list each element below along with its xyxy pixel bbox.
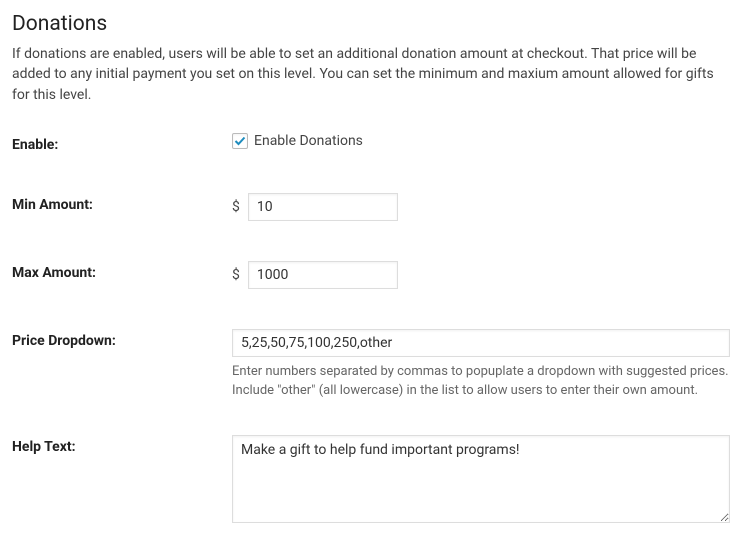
check-icon [234, 135, 246, 147]
label-help-text: Help Text: [12, 435, 232, 455]
max-amount-input[interactable] [248, 261, 398, 289]
label-price-dropdown: Price Dropdown: [12, 329, 232, 349]
price-dropdown-helper: Enter numbers separated by commas to pop… [232, 363, 732, 401]
row-min-amount: Min Amount: $ [12, 193, 739, 221]
row-max-amount: Max Amount: $ [12, 261, 739, 289]
section-description: If donations are enabled, users will be … [12, 44, 732, 105]
row-help-text: Help Text: [12, 435, 739, 527]
enable-donations-checkbox[interactable] [232, 133, 248, 149]
price-dropdown-input[interactable] [232, 329, 730, 357]
section-title: Donations [12, 12, 739, 36]
currency-symbol-min: $ [232, 199, 240, 215]
help-text-textarea[interactable] [232, 435, 730, 523]
row-price-dropdown: Price Dropdown: Enter numbers separated … [12, 329, 739, 401]
row-enable: Enable: Enable Donations [12, 133, 739, 153]
enable-donations-label: Enable Donations [254, 133, 363, 149]
label-min-amount: Min Amount: [12, 193, 232, 213]
currency-symbol-max: $ [232, 267, 240, 283]
label-enable: Enable: [12, 133, 232, 153]
min-amount-input[interactable] [248, 193, 398, 221]
enable-donations-control[interactable]: Enable Donations [232, 133, 739, 149]
label-max-amount: Max Amount: [12, 261, 232, 281]
